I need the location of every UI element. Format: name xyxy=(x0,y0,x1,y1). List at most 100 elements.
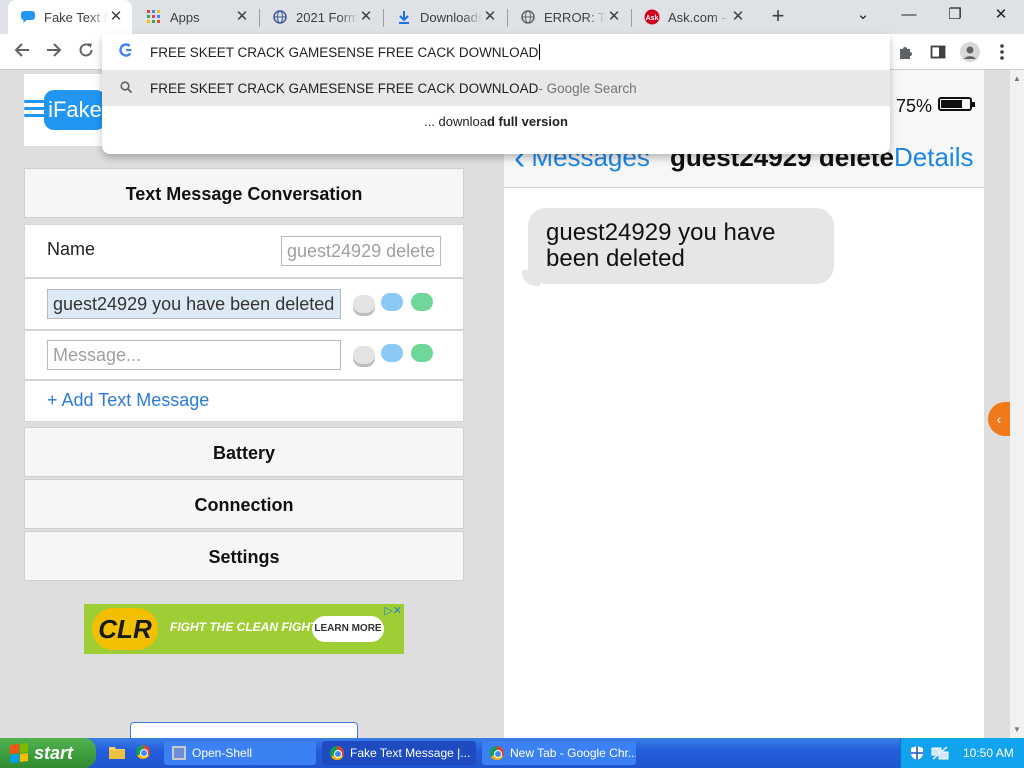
close-tab-icon[interactable]: ✕ xyxy=(234,9,250,25)
extensions-puzzle-icon[interactable] xyxy=(894,40,918,64)
ad-learn-more-button[interactable]: LEARN MORE xyxy=(312,616,384,642)
settings-section[interactable]: Settings xyxy=(24,531,464,581)
address-bar-text: FREE SKEET CRACK GAMESENSE FREE CACK DOW… xyxy=(150,44,539,60)
hint-bold: d full version xyxy=(486,114,568,129)
battery-icon xyxy=(938,97,975,111)
scroll-down-icon[interactable]: ▼ xyxy=(1013,725,1021,734)
new-message-input[interactable]: Message... xyxy=(47,340,341,370)
tab-title: Downloads xyxy=(420,9,482,25)
gray-bubble-toggle[interactable] xyxy=(353,295,375,313)
search-icon xyxy=(102,80,150,96)
omnibox-dropdown: FREE SKEET CRACK GAMESENSE FREE CACK DOW… xyxy=(102,34,890,154)
arrow-right-icon xyxy=(47,43,62,57)
globe-icon xyxy=(520,9,536,25)
autocomplete-hint[interactable]: ... download full version xyxy=(102,114,890,129)
more-menu-icon[interactable] xyxy=(990,40,1014,64)
arrow-left-icon xyxy=(14,43,29,57)
bottom-button[interactable] xyxy=(130,722,358,738)
scroll-up-icon[interactable]: ▲ xyxy=(1013,74,1021,83)
profile-avatar-icon[interactable] xyxy=(958,40,982,64)
name-label: Name xyxy=(47,239,96,259)
new-tab-button[interactable]: + xyxy=(766,5,790,29)
blue-bubble-toggle[interactable] xyxy=(381,344,403,362)
message-row: guest24929 you have been deleted xyxy=(24,278,464,330)
battery-section[interactable]: Battery xyxy=(24,427,464,477)
add-text-message-link[interactable]: + Add Text Message xyxy=(47,390,209,411)
windows-flag-icon xyxy=(10,743,28,763)
taskbar-open-shell[interactable]: Open-Shell xyxy=(164,741,316,765)
tab-title: 2021 Form xyxy=(296,9,358,25)
folder-icon[interactable] xyxy=(108,743,126,761)
tab-ask[interactable]: Ask Ask.com - ✕ xyxy=(632,0,754,34)
globe-icon xyxy=(272,9,288,25)
tab-downloads[interactable]: Downloads ✕ xyxy=(384,0,506,34)
taskbar-fake-text-message[interactable]: Fake Text Message |... xyxy=(322,741,476,765)
taskbar-button-label: Fake Text Message |... xyxy=(350,746,471,760)
tab-fake-text-message[interactable]: Fake Text Message ✕ xyxy=(8,0,132,34)
page-content: iFake Text Message Conversation Name gue… xyxy=(0,70,1010,738)
close-tab-icon[interactable]: ✕ xyxy=(606,9,622,25)
ask-logo-icon: Ask xyxy=(644,9,660,25)
start-button[interactable]: start xyxy=(0,738,96,768)
start-label: start xyxy=(34,742,74,763)
close-tab-icon[interactable]: ✕ xyxy=(730,9,746,25)
reload-button[interactable] xyxy=(74,40,98,64)
tab-search-dropdown-icon[interactable]: ⌄ xyxy=(840,0,886,30)
text-caret xyxy=(539,44,541,60)
tab-title: Ask.com - xyxy=(668,9,726,25)
menu-icon[interactable] xyxy=(24,100,46,121)
back-button[interactable] xyxy=(10,40,34,64)
tab-error[interactable]: ERROR: The ✕ xyxy=(508,0,630,34)
taskbar-new-tab[interactable]: New Tab - Google Chr... xyxy=(482,741,636,765)
new-message-row: Message... xyxy=(24,330,464,380)
advertisement-banner[interactable]: CLR FIGHT THE CLEAN FIGHT™ LEARN MORE ▷✕ xyxy=(84,604,404,654)
search-suggestion[interactable]: FREE SKEET CRACK GAMESENSE FREE CACK DOW… xyxy=(102,70,890,106)
close-tab-icon[interactable]: ✕ xyxy=(358,9,374,25)
side-panel-icon[interactable] xyxy=(926,40,950,64)
tab-apps[interactable]: Apps ✕ xyxy=(134,0,258,34)
forward-button[interactable] xyxy=(42,40,66,64)
close-tab-icon[interactable]: ✕ xyxy=(482,9,498,25)
details-link[interactable]: Details xyxy=(894,142,973,173)
reload-icon xyxy=(79,43,93,57)
received-message-bubble: guest24929 you have been deleted xyxy=(528,208,834,284)
green-bubble-toggle[interactable] xyxy=(411,293,433,311)
site-logo[interactable]: iFake xyxy=(44,90,106,130)
suggestion-source: - Google Search xyxy=(538,80,637,96)
windows-taskbar: start Open-Shell Fake Text Message |... … xyxy=(0,738,1024,768)
close-window-button[interactable]: ✕ xyxy=(978,0,1024,30)
tab-title: Apps xyxy=(170,9,200,25)
close-tab-icon[interactable]: ✕ xyxy=(108,9,124,25)
green-bubble-toggle[interactable] xyxy=(411,344,433,362)
blue-bubble-toggle[interactable] xyxy=(381,293,403,311)
restore-button[interactable]: ❐ xyxy=(932,0,978,30)
add-message-row: + Add Text Message xyxy=(24,380,464,422)
tab-2021-form[interactable]: 2021 Form ✕ xyxy=(260,0,382,34)
connection-section[interactable]: Connection xyxy=(24,479,464,529)
gray-bubble-toggle[interactable] xyxy=(353,346,375,364)
network-icon[interactable] xyxy=(931,745,949,764)
security-shield-icon[interactable] xyxy=(909,745,925,764)
open-shell-icon xyxy=(172,746,186,760)
hint-prefix: ... downloa xyxy=(424,114,487,129)
contact-name-input[interactable]: guest24929 delete xyxy=(281,236,441,266)
address-bar[interactable]: FREE SKEET CRACK GAMESENSE FREE CACK DOW… xyxy=(102,34,890,70)
minimize-button[interactable]: — xyxy=(886,0,932,30)
battery-section-title: Battery xyxy=(212,443,276,463)
tab-strip: Fake Text Message ✕ Apps ✕ 2021 Form ✕ D… xyxy=(0,0,1024,34)
page-scrollbar[interactable]: ▲ ▼ xyxy=(1010,70,1024,738)
tab-title: ERROR: The xyxy=(544,9,606,25)
clock: 10:50 AM xyxy=(963,746,1014,760)
conversation-panel-header[interactable]: Text Message Conversation xyxy=(24,168,464,218)
panel-title: Text Message Conversation xyxy=(125,184,363,204)
phone-preview: 75% ‹ Messages guest24929 delete Details… xyxy=(504,70,984,738)
svg-text:Ask: Ask xyxy=(646,15,659,22)
chrome-icon xyxy=(490,746,504,760)
battery-percent: 75% xyxy=(896,96,933,116)
google-g-icon xyxy=(102,43,150,61)
chrome-quicklaunch-icon[interactable] xyxy=(134,743,152,761)
speech-bubble-icon xyxy=(20,9,36,25)
ad-close-icon[interactable]: ▷✕ xyxy=(384,604,402,617)
chrome-icon xyxy=(330,746,344,760)
message-text-input[interactable]: guest24929 you have been deleted xyxy=(47,289,341,319)
